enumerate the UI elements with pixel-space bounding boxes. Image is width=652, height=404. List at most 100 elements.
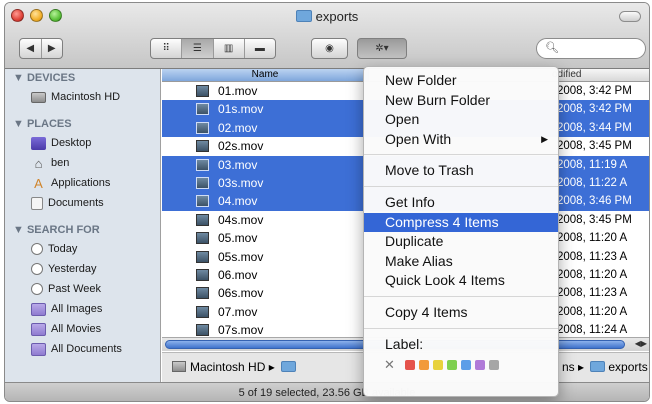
file-name: 03.mov xyxy=(218,157,258,172)
window-title: exports xyxy=(5,9,649,24)
sidebar-item-today[interactable]: Today xyxy=(5,239,160,259)
documents-icon xyxy=(31,196,43,210)
label-swatch-green[interactable] xyxy=(446,360,457,371)
file-name: 03s.mov xyxy=(218,175,264,190)
movie-file-icon xyxy=(196,287,209,300)
action-menu-button[interactable]: ✲▾ xyxy=(357,38,407,59)
sidebar-item-label: Past Week xyxy=(48,283,101,295)
menu-separator xyxy=(364,327,558,329)
file-name: 06.mov xyxy=(218,267,258,282)
smart-folder-icon xyxy=(31,342,46,356)
context-menu: New Folder New Burn Folder Open Open Wit… xyxy=(363,66,559,397)
eye-icon: ◉ xyxy=(325,43,334,54)
devices-heading[interactable]: ▼ DEVICES xyxy=(5,69,160,87)
path-segment-exports[interactable]: exports xyxy=(608,360,647,374)
sidebar-item-macintosh-hd[interactable]: Macintosh HD xyxy=(5,87,160,107)
sidebar-item-all-movies[interactable]: All Movies xyxy=(5,319,160,339)
sidebar-item-desktop[interactable]: Desktop xyxy=(5,133,160,153)
file-date: 2008, 3:42 PM xyxy=(557,103,632,116)
file-date: 2008, 3:45 PM xyxy=(557,140,632,153)
title-bar: exports ◀ ▶ ⠿ ☰ ▥ ▬ ◉ ✲▾ 🔍︎ xyxy=(5,3,649,69)
menu-item-get-info[interactable]: Get Info xyxy=(364,193,558,213)
icon-view-button[interactable]: ⠿ xyxy=(151,39,183,58)
menu-item-compress[interactable]: Compress 4 Items xyxy=(364,212,558,233)
menu-item-duplicate[interactable]: Duplicate xyxy=(364,232,558,252)
sidebar-item-label: All Documents xyxy=(51,343,122,355)
window-title-text: exports xyxy=(315,9,359,24)
menu-item-copy[interactable]: Copy 4 Items xyxy=(364,303,558,323)
menu-item-move-to-trash[interactable]: Move to Trash xyxy=(364,161,558,181)
column-view-button[interactable]: ▥ xyxy=(214,39,245,58)
back-button[interactable]: ◀ xyxy=(20,39,42,58)
movie-file-icon xyxy=(196,176,209,189)
file-name: 05.mov xyxy=(218,231,258,246)
file-name: 05s.mov xyxy=(218,249,264,264)
folder-icon xyxy=(590,361,606,372)
menu-item-open[interactable]: Open xyxy=(364,110,558,130)
file-name: 07s.mov xyxy=(218,323,264,337)
menu-item-make-alias[interactable]: Make Alias xyxy=(364,252,558,272)
movie-file-icon xyxy=(196,213,209,226)
file-date: 2008, 11:23 A xyxy=(557,250,628,263)
search-field[interactable]: 🔍︎ xyxy=(536,38,646,59)
folder-icon xyxy=(295,10,312,22)
file-date: 2008, 11:22 A xyxy=(557,176,628,189)
label-swatch-yellow[interactable] xyxy=(432,360,443,371)
quick-look-button[interactable]: ◉ xyxy=(311,38,348,59)
clock-icon xyxy=(31,283,43,295)
coverflow-view-button[interactable]: ▬ xyxy=(245,39,275,58)
menu-item-quick-look[interactable]: Quick Look 4 Items xyxy=(364,271,558,291)
movie-file-icon xyxy=(196,158,209,171)
movie-file-icon xyxy=(196,232,209,245)
home-icon: ⌂ xyxy=(34,155,43,171)
file-date: 2008, 11:20 A xyxy=(557,268,628,281)
sidebar-item-label: Yesterday xyxy=(48,263,97,275)
menu-item-open-with[interactable]: Open With ▶ xyxy=(364,130,558,150)
movie-file-icon xyxy=(196,195,209,208)
sidebar-item-label: All Movies xyxy=(51,323,102,335)
label-swatch-red[interactable] xyxy=(404,360,415,371)
smart-folder-icon xyxy=(31,322,46,336)
label-swatch-purple[interactable] xyxy=(474,360,485,371)
menu-item-new-burn-folder[interactable]: New Burn Folder xyxy=(364,91,558,111)
sidebar-item-label: Desktop xyxy=(51,137,92,149)
sidebar-item-ben[interactable]: ⌂ ben xyxy=(5,153,160,173)
hard-drive-icon xyxy=(31,91,46,103)
list-view-button[interactable]: ☰ xyxy=(182,39,214,58)
movie-file-icon xyxy=(196,250,209,263)
scroll-arrows-icon[interactable]: ◀▶ xyxy=(635,339,647,348)
path-segment-macintosh-hd[interactable]: Macintosh HD ▸ xyxy=(190,360,278,374)
label-swatch-orange[interactable] xyxy=(418,360,429,371)
clear-label-icon[interactable]: ✕ xyxy=(384,354,395,376)
file-date: 2008, 3:44 PM xyxy=(557,121,632,134)
sidebar-item-documents[interactable]: Documents xyxy=(5,193,160,213)
path-end[interactable]: ns ▸ exports xyxy=(562,353,648,381)
sidebar-item-applications[interactable]: A Applications xyxy=(5,173,160,193)
name-column-header[interactable]: Name xyxy=(162,69,369,81)
movie-file-icon xyxy=(196,305,209,318)
sidebar-item-label: Today xyxy=(48,243,78,255)
menu-separator xyxy=(364,295,558,297)
menu-item-new-folder[interactable]: New Folder xyxy=(364,71,558,91)
file-date: 2008, 11:20 A xyxy=(557,232,628,245)
movie-file-icon xyxy=(196,103,209,116)
smart-folder-icon xyxy=(31,302,46,316)
clock-icon xyxy=(31,243,43,255)
path-start[interactable]: Macintosh HD ▸ xyxy=(162,353,299,381)
sidebar-item-yesterday[interactable]: Yesterday xyxy=(5,259,160,279)
forward-button[interactable]: ▶ xyxy=(42,39,63,58)
file-date: 2008, 3:46 PM xyxy=(557,195,632,208)
label-swatch-blue[interactable] xyxy=(460,360,471,371)
file-date: 2008, 11:19 A xyxy=(557,158,628,171)
label-swatch-gray[interactable] xyxy=(488,360,499,371)
toolbar-toggle-button[interactable] xyxy=(619,11,641,22)
search-icon: 🔍︎ xyxy=(545,42,559,54)
file-date: 2008, 11:20 A xyxy=(557,305,628,318)
sidebar-item-all-documents[interactable]: All Documents xyxy=(5,339,160,359)
sidebar-item-all-images[interactable]: All Images xyxy=(5,299,160,319)
menu-separator xyxy=(364,185,558,187)
search-for-heading[interactable]: ▼ SEARCH FOR xyxy=(5,221,160,239)
sidebar-item-past-week[interactable]: Past Week xyxy=(5,279,160,299)
path-segment-partial[interactable]: ns ▸ xyxy=(562,360,587,374)
places-heading[interactable]: ▼ PLACES xyxy=(5,115,160,133)
